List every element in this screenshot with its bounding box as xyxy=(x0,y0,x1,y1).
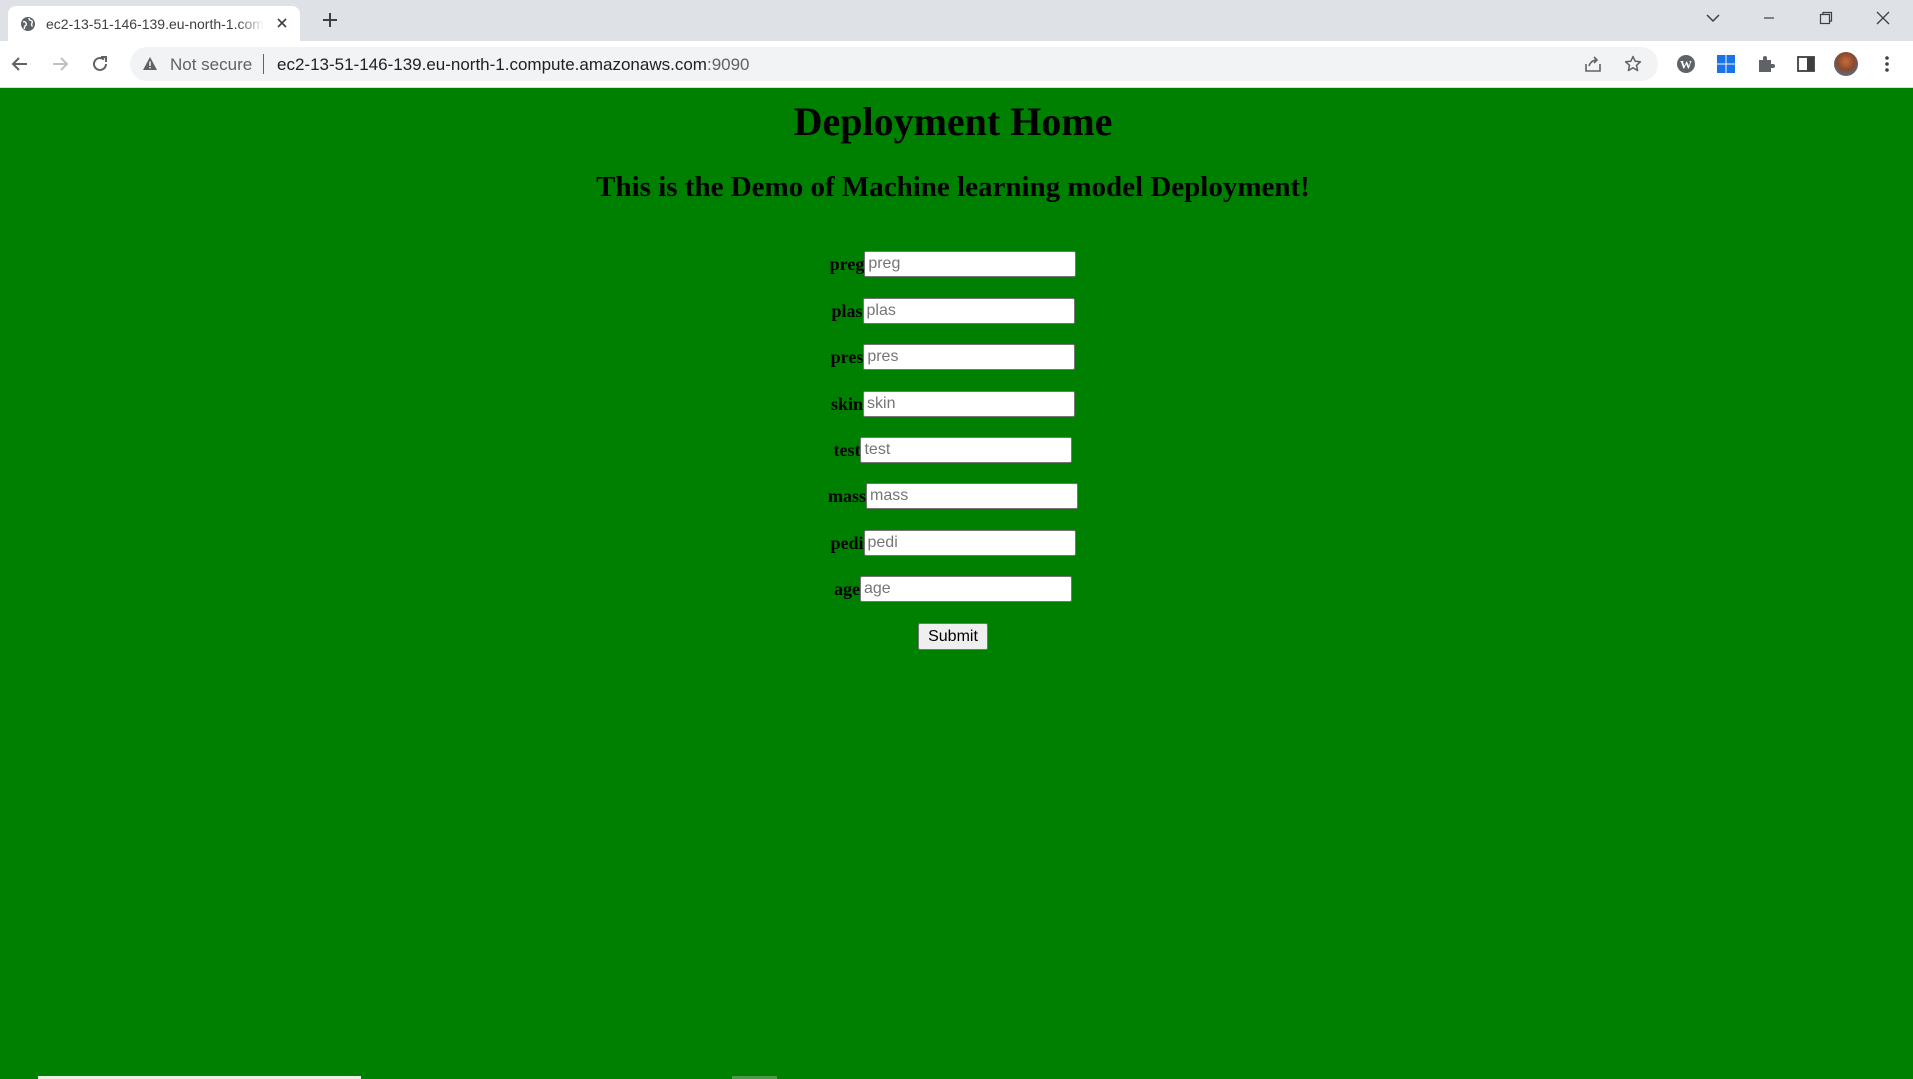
wordpress-extension-icon[interactable]: W xyxy=(1675,53,1697,75)
star-icon[interactable] xyxy=(1624,55,1642,73)
field-label-test: test xyxy=(833,439,861,460)
warning-icon[interactable] xyxy=(142,56,158,72)
tab-title: ec2-13-51-146-139.eu-north-1.compute.ama… xyxy=(46,15,264,32)
field-label-pres: pres xyxy=(830,346,864,367)
test-input[interactable] xyxy=(860,437,1073,463)
form-row-pedi: pedi xyxy=(0,530,1906,556)
avatar[interactable] xyxy=(1834,52,1858,76)
browser-tab[interactable]: ec2-13-51-146-139.eu-north-1.compute.ama… xyxy=(8,6,300,41)
minimize-button[interactable] xyxy=(1746,0,1792,36)
form-row-pres: pres xyxy=(0,344,1906,370)
minimize-icon xyxy=(1764,17,1774,19)
windows-extension-icon[interactable] xyxy=(1715,53,1737,75)
globe-icon xyxy=(20,16,36,32)
forward-button[interactable] xyxy=(47,51,73,77)
form-row-preg: preg xyxy=(0,251,1906,277)
field-label-skin: skin xyxy=(830,393,864,414)
pres-input[interactable] xyxy=(863,344,1076,370)
omnibox-divider xyxy=(263,54,264,74)
reload-button[interactable] xyxy=(87,51,113,77)
skin-input[interactable] xyxy=(863,391,1076,417)
back-button[interactable] xyxy=(7,51,33,77)
preg-input[interactable] xyxy=(864,251,1077,277)
field-label-mass: mass xyxy=(827,485,866,506)
age-input[interactable] xyxy=(860,576,1072,602)
field-label-age: age xyxy=(834,578,860,599)
close-window-button[interactable] xyxy=(1860,0,1906,36)
menu-dots-icon[interactable] xyxy=(1876,53,1898,75)
page-viewport: Deployment Home This is the Demo of Mach… xyxy=(0,88,1913,1079)
browser-toolbar: Not secure ec2-13-51-146-139.eu-north-1.… xyxy=(0,41,1913,88)
puzzle-extensions-icon[interactable] xyxy=(1755,53,1777,75)
side-panel-icon[interactable] xyxy=(1795,53,1817,75)
mass-input[interactable] xyxy=(866,483,1078,509)
chevron-down-icon xyxy=(1706,14,1720,23)
close-icon xyxy=(1876,11,1890,25)
field-label-preg: preg xyxy=(829,253,865,274)
new-tab-button[interactable] xyxy=(318,8,342,32)
form-row-plas: plas xyxy=(0,298,1906,324)
tab-strip: ec2-13-51-146-139.eu-north-1.compute.ama… xyxy=(0,0,1913,41)
svg-text:W: W xyxy=(1680,58,1692,72)
url-host: ec2-13-51-146-139.eu-north-1.compute.ama… xyxy=(277,55,707,74)
submit-button[interactable]: Submit xyxy=(918,623,988,650)
field-label-pedi: pedi xyxy=(830,532,864,553)
form-row-age: age xyxy=(0,576,1906,602)
form-row-skin: skin xyxy=(0,391,1906,417)
restore-button[interactable] xyxy=(1803,0,1849,36)
arrow-right-icon xyxy=(53,57,69,71)
tab-search-button[interactable] xyxy=(1690,0,1736,36)
url-text[interactable]: ec2-13-51-146-139.eu-north-1.compute.ama… xyxy=(277,55,750,75)
security-label[interactable]: Not secure xyxy=(170,55,252,75)
url-port: :9090 xyxy=(706,55,750,74)
plas-input[interactable] xyxy=(862,298,1075,324)
field-label-plas: plas xyxy=(831,300,863,321)
plus-icon xyxy=(323,13,337,27)
form-row-test: test xyxy=(0,437,1906,463)
restore-icon xyxy=(1819,11,1833,25)
address-bar[interactable]: Not secure ec2-13-51-146-139.eu-north-1.… xyxy=(130,47,1658,81)
tab-close-icon[interactable] xyxy=(274,15,290,31)
page-subtitle: This is the Demo of Machine learning mod… xyxy=(596,171,1310,203)
form-row-mass: mass xyxy=(0,483,1906,509)
page-title: Deployment Home xyxy=(793,99,1113,144)
share-icon[interactable] xyxy=(1584,55,1602,73)
arrow-left-icon xyxy=(11,57,27,71)
reload-icon xyxy=(93,56,107,71)
pedi-input[interactable] xyxy=(863,530,1076,556)
